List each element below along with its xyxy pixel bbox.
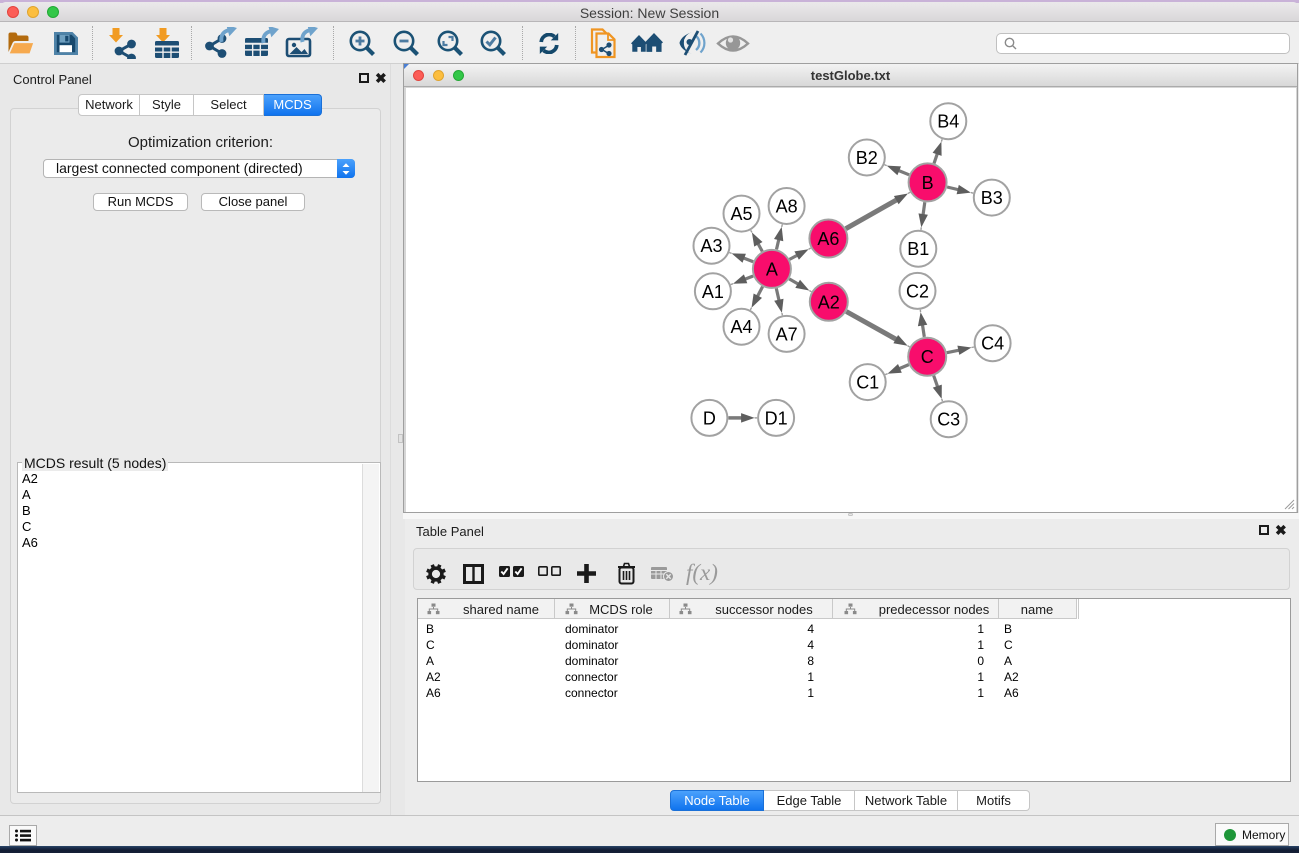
svg-text:C: C xyxy=(921,347,934,367)
svg-text:A6: A6 xyxy=(817,229,839,249)
svg-text:C4: C4 xyxy=(981,334,1004,354)
svg-text:A5: A5 xyxy=(730,204,752,224)
svg-text:B: B xyxy=(922,173,934,193)
svg-text:B3: B3 xyxy=(981,188,1003,208)
svg-text:A8: A8 xyxy=(776,197,798,217)
svg-text:B4: B4 xyxy=(937,112,959,132)
svg-text:A2: A2 xyxy=(818,292,840,312)
svg-text:A4: A4 xyxy=(730,317,752,337)
svg-text:B2: B2 xyxy=(856,148,878,168)
svg-text:C1: C1 xyxy=(856,373,879,393)
svg-text:A3: A3 xyxy=(700,236,722,256)
svg-text:A1: A1 xyxy=(702,282,724,302)
svg-text:D: D xyxy=(703,408,716,428)
svg-text:A7: A7 xyxy=(776,324,798,344)
svg-text:A: A xyxy=(766,259,778,279)
svg-text:B1: B1 xyxy=(907,239,929,259)
svg-text:C2: C2 xyxy=(906,281,929,301)
svg-text:C3: C3 xyxy=(937,410,960,430)
svg-text:D1: D1 xyxy=(765,408,788,428)
